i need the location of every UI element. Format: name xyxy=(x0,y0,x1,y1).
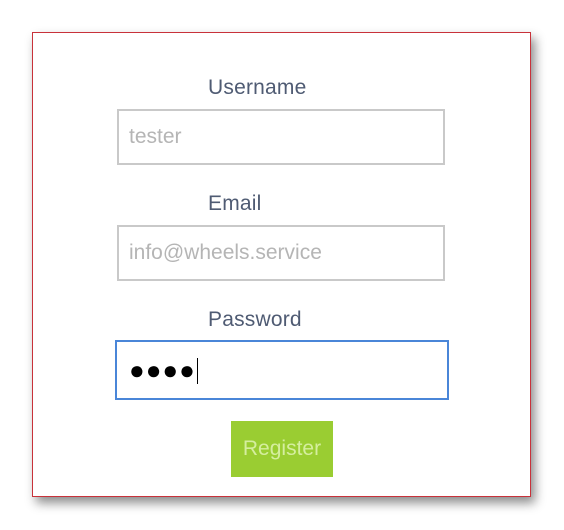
password-label: Password xyxy=(208,308,302,331)
register-form-card: Username Email Password ●●●● Register xyxy=(32,32,531,497)
username-input[interactable] xyxy=(119,111,443,163)
username-field-box xyxy=(117,109,445,165)
email-field-box xyxy=(117,225,445,281)
password-input[interactable]: ●●●● xyxy=(115,340,449,400)
register-button[interactable]: Register xyxy=(231,421,333,477)
text-caret xyxy=(196,358,198,384)
username-label: Username xyxy=(208,76,307,99)
email-input[interactable] xyxy=(119,227,443,279)
email-label: Email xyxy=(208,192,262,215)
password-masked-value: ●●●● xyxy=(129,355,196,385)
